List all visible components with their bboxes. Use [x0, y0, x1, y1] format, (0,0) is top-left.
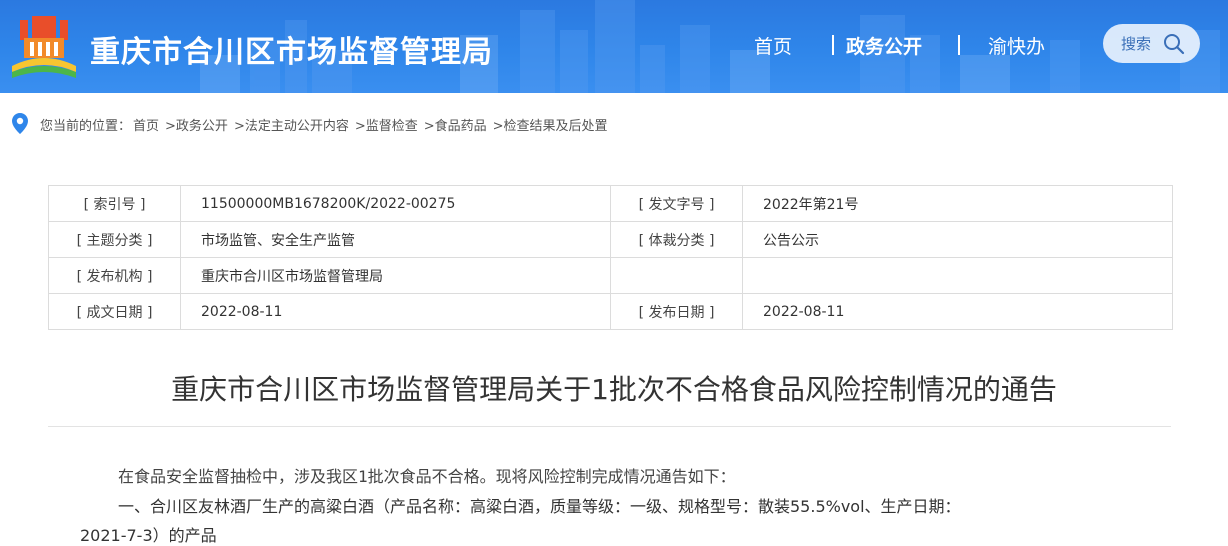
nav-home[interactable]: 首页: [754, 32, 792, 59]
document-number-value: 2022年第21号: [742, 185, 1173, 222]
table-row: [ 索引号 ] 11500000MB1678200K/2022-00275 [ …: [48, 185, 1173, 222]
breadcrumb: 您当前的位置： 首页 >政务公开 >法定主动公开内容 >监督检查 >食品药品 >…: [11, 112, 608, 136]
nav-divider: [958, 35, 960, 55]
nav-divider: [832, 35, 834, 55]
nav-government-affairs[interactable]: 政务公开: [846, 32, 922, 59]
article-title: 重庆市合川区市场监督管理局关于1批次不合格食品风险控制情况的通告: [171, 373, 1057, 406]
document-number-label: [ 发文字号 ]: [610, 185, 743, 222]
document-info-table: [ 索引号 ] 11500000MB1678200K/2022-00275 [ …: [48, 185, 1173, 330]
breadcrumb-item[interactable]: >政务公开: [165, 115, 228, 134]
empty-cell: [742, 257, 1173, 294]
written-date-label: [ 成文日期 ]: [48, 293, 181, 330]
divider: [48, 426, 1171, 427]
search-button[interactable]: 搜索: [1103, 24, 1200, 63]
article-paragraph: 一、合川区友林酒厂生产的高粱白酒（产品名称：高粱白酒，质量等级：一级、规格型号：…: [118, 497, 961, 516]
site-header: 重庆市合川区市场监督管理局 首页 政务公开 渝快办 搜索: [0, 0, 1228, 93]
main-nav: 首页 政务公开 渝快办: [748, 32, 1068, 58]
breadcrumb-item[interactable]: >检查结果及后处置: [493, 115, 608, 134]
empty-cell: [610, 257, 743, 294]
written-date-value: 2022-08-11: [180, 293, 611, 330]
government-building-logo: [12, 16, 76, 78]
index-number-value: 11500000MB1678200K/2022-00275: [180, 185, 611, 222]
publish-date-value: 2022-08-11: [742, 293, 1173, 330]
topic-label: [ 主题分类 ]: [48, 221, 181, 258]
table-row: [ 发布机构 ] 重庆市合川区市场监督管理局: [48, 257, 1173, 294]
breadcrumb-item[interactable]: >监督检查: [355, 115, 418, 134]
genre-value: 公告公示: [742, 221, 1173, 258]
breadcrumb-prefix: 您当前的位置：: [40, 118, 132, 134]
search-label: 搜索: [1121, 35, 1152, 53]
publisher-value: 重庆市合川区市场监督管理局: [180, 257, 611, 294]
site-title[interactable]: 重庆市合川区市场监督管理局: [90, 27, 493, 71]
index-number-label: [ 索引号 ]: [48, 185, 181, 222]
nav-yukuaiban[interactable]: 渝快办: [988, 32, 1045, 59]
breadcrumb-item[interactable]: 首页: [133, 115, 159, 134]
table-row: [ 主题分类 ] 市场监管、安全生产监管 [ 体裁分类 ] 公告公示: [48, 221, 1173, 258]
genre-label: [ 体裁分类 ]: [610, 221, 743, 258]
table-row: [ 成文日期 ] 2022-08-11 [ 发布日期 ] 2022-08-11: [48, 293, 1173, 330]
breadcrumb-item[interactable]: >食品药品: [424, 115, 487, 134]
article-paragraph: 2021-7-3）的产品: [80, 526, 217, 545]
search-icon: [1164, 34, 1185, 55]
location-pin-icon: [12, 113, 28, 134]
article-paragraph: 在食品安全监督抽检中，涉及我区1批次食品不合格。现将风险控制完成情况通告如下：: [118, 467, 736, 486]
publisher-label: [ 发布机构 ]: [48, 257, 181, 294]
breadcrumb-item[interactable]: >法定主动公开内容: [234, 115, 349, 134]
topic-value: 市场监管、安全生产监管: [180, 221, 611, 258]
publish-date-label: [ 发布日期 ]: [610, 293, 743, 330]
